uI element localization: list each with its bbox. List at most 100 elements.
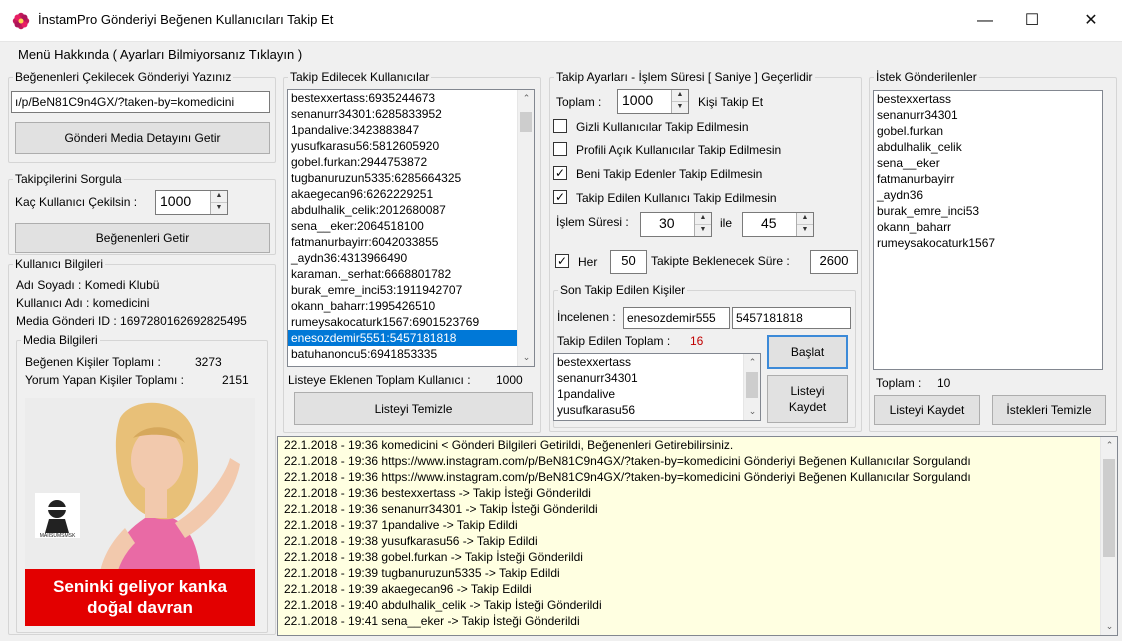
last-followed-listbox[interactable]: bestexxertass senanurr34301 1pandalive yusu… — [553, 353, 761, 421]
follow-list-item[interactable]: batuhanoncu5:6941853335 — [288, 346, 534, 362]
duration-min-stepper[interactable]: 30 ▲ ▼ — [640, 212, 712, 237]
follow-list-item[interactable]: yusufkarasu56:5812605920 — [288, 138, 534, 154]
log-line[interactable]: 22.1.2018 - 19:36 https://www.instagram.… — [278, 469, 1117, 485]
spin-down-icon[interactable]: ▼ — [797, 225, 813, 237]
save-last-list-label-1: Listeyi — [790, 384, 825, 398]
follow-listbox[interactable]: bestexxertass:6935244673 senanurr34301:62… — [287, 89, 535, 367]
last-followed-item[interactable]: bestexxertass — [554, 354, 760, 370]
request-list-item[interactable]: sena__eker — [874, 155, 1102, 171]
followed-total-label: Takip Edilen Toplam : — [557, 334, 671, 348]
spin-up-icon[interactable]: ▲ — [695, 213, 711, 225]
close-button[interactable]: ✕ — [1068, 0, 1114, 42]
request-list-item[interactable]: bestexxertass — [874, 91, 1102, 107]
option-private-checkbox[interactable] — [553, 119, 567, 133]
spin-up-icon[interactable]: ▲ — [211, 191, 227, 203]
inspected-user-input[interactable]: enesozdemir555 — [623, 307, 730, 329]
get-likers-button[interactable]: Beğenenleri Getir — [15, 223, 270, 253]
last-followed-item[interactable]: senanurr34301 — [554, 370, 760, 386]
option-followers-checkbox[interactable]: ✓ — [553, 166, 567, 180]
request-list-item[interactable]: gobel.furkan — [874, 123, 1102, 139]
request-list-item[interactable]: burak_emre_inci53 — [874, 203, 1102, 219]
inspected-id-input[interactable]: 5457181818 — [732, 307, 851, 329]
request-list-item[interactable]: okann_baharr — [874, 219, 1102, 235]
follow-list-item[interactable]: enesozdemir5551:5457181818 — [288, 330, 534, 346]
follow-list-item[interactable]: sena__eker:2064518100 — [288, 218, 534, 234]
scroll-down-icon[interactable]: ⌄ — [518, 349, 534, 366]
log-line[interactable]: 22.1.2018 - 19:36 https://www.instagram.… — [278, 453, 1117, 469]
request-list-item[interactable]: _aydn36 — [874, 187, 1102, 203]
post-url-input[interactable]: ı/p/BeN81C9n4GX/?taken-by=komedicini — [11, 91, 270, 113]
scroll-down-icon[interactable]: ⌄ — [744, 403, 760, 420]
clear-list-button[interactable]: Listeyi Temizle — [294, 392, 533, 425]
last-followed-scrollbar[interactable]: ⌃ ⌄ — [743, 354, 760, 420]
log-line[interactable]: 22.1.2018 - 19:36 bestexxertass -> Takip… — [278, 485, 1117, 501]
log-line[interactable]: 22.1.2018 - 19:38 gobel.furkan -> Takip … — [278, 549, 1117, 565]
clear-requests-button[interactable]: İstekleri Temizle — [992, 395, 1106, 425]
follow-list-item[interactable]: burak_emre_inci53:1911942707 — [288, 282, 534, 298]
log-line[interactable]: 22.1.2018 - 19:36 senanurr34301 -> Takip… — [278, 501, 1117, 517]
save-requests-button[interactable]: Listeyi Kaydet — [874, 395, 980, 425]
follow-list-item[interactable]: abdulhalik_celik:2012680087 — [288, 202, 534, 218]
follow-list-item[interactable]: okann_baharr:1995426510 — [288, 298, 534, 314]
follow-list-item[interactable]: 1pandalive:3423883847 — [288, 122, 534, 138]
user-count-spin[interactable]: ▲ ▼ — [210, 191, 227, 214]
request-list-item[interactable]: senanurr34301 — [874, 107, 1102, 123]
scroll-thumb[interactable] — [1103, 459, 1115, 557]
request-list-item[interactable]: fatmanurbayirr — [874, 171, 1102, 187]
menu-about[interactable]: Menü Hakkında ( Ayarları Bilmiyorsanız T… — [18, 47, 302, 62]
minimize-button[interactable]: — — [962, 0, 1008, 42]
follow-list-item[interactable]: bestexxertass:6935244673 — [288, 90, 534, 106]
last-followed-item[interactable]: yusufkarasu56 — [554, 402, 760, 418]
follow-list-item[interactable]: akaegecan96:6262229251 — [288, 186, 534, 202]
user-count-stepper[interactable]: 1000 ▲ ▼ — [155, 190, 228, 215]
follow-list-item[interactable]: senanurr34301:6285833952 — [288, 106, 534, 122]
log-line[interactable]: 22.1.2018 - 19:36 komedicini < Gönderi B… — [278, 437, 1117, 453]
log-line[interactable]: 22.1.2018 - 19:41 sena__eker -> Takip İs… — [278, 613, 1117, 629]
follow-list-scrollbar[interactable]: ⌃ ⌄ — [517, 90, 534, 366]
save-last-list-button[interactable]: Listeyi Kaydet — [767, 375, 848, 423]
duration-max-stepper[interactable]: 45 ▲ ▼ — [742, 212, 814, 237]
scroll-up-icon[interactable]: ⌃ — [518, 90, 534, 107]
spin-down-icon[interactable]: ▼ — [211, 203, 227, 215]
follow-list-item[interactable]: rumeysakocaturk1567:6901523769 — [288, 314, 534, 330]
option-public-checkbox[interactable] — [553, 142, 567, 156]
scroll-down-icon[interactable]: ⌄ — [1101, 618, 1117, 635]
activity-log[interactable]: 22.1.2018 - 19:36 komedicini < Gönderi B… — [277, 436, 1118, 636]
duration-max-spin[interactable]: ▲ ▼ — [796, 213, 813, 236]
log-line[interactable]: 22.1.2018 - 19:37 1pandalive -> Takip Ed… — [278, 517, 1117, 533]
follow-list-item[interactable]: karaman._serhat:6668801782 — [288, 266, 534, 282]
log-line[interactable]: 22.1.2018 - 19:40 abdulhalik_celik -> Ta… — [278, 597, 1117, 613]
spin-up-icon[interactable]: ▲ — [672, 90, 688, 102]
option-followed-checkbox[interactable]: ✓ — [553, 190, 567, 204]
wait-duration-input[interactable]: 2600 — [810, 250, 858, 274]
duration-min-spin[interactable]: ▲ ▼ — [694, 213, 711, 236]
follow-total-spin[interactable]: ▲ ▼ — [671, 90, 688, 113]
last-followed-item[interactable]: 1pandalive — [554, 386, 760, 402]
every-checkbox[interactable]: ✓ — [555, 254, 569, 268]
maximize-button[interactable]: ☐ — [1009, 0, 1055, 42]
follow-list-item[interactable]: tugbanuruzun5335:6285664325 — [288, 170, 534, 186]
scroll-up-icon[interactable]: ⌃ — [744, 354, 760, 371]
media-info-legend: Media Bilgileri — [23, 333, 98, 347]
requests-listbox[interactable]: bestexxertass senanurr34301 gobel.furkan ab… — [873, 90, 1103, 370]
scroll-up-icon[interactable]: ⌃ — [1101, 437, 1117, 454]
follow-list-item[interactable]: gobel.furkan:2944753872 — [288, 154, 534, 170]
log-line[interactable]: 22.1.2018 - 19:39 tugbanuruzun5335 -> Ta… — [278, 565, 1117, 581]
log-line[interactable]: 22.1.2018 - 19:39 akaegecan96 -> Takip E… — [278, 581, 1117, 597]
follow-list-item[interactable]: fatmanurbayirr:6042033855 — [288, 234, 534, 250]
start-button[interactable]: Başlat — [767, 335, 848, 369]
request-list-item[interactable]: abdulhalik_celik — [874, 139, 1102, 155]
spin-down-icon[interactable]: ▼ — [695, 225, 711, 237]
checkmark-icon: ✓ — [556, 254, 568, 268]
follow-list-item[interactable]: _aydn36:4313966490 — [288, 250, 534, 266]
log-line[interactable]: 22.1.2018 - 19:38 yusufkarasu56 -> Takip… — [278, 533, 1117, 549]
follow-total-stepper[interactable]: 1000 ▲ ▼ — [617, 89, 689, 114]
spin-up-icon[interactable]: ▲ — [797, 213, 813, 225]
scroll-thumb[interactable] — [520, 112, 532, 132]
every-count-input[interactable]: 50 — [610, 250, 647, 274]
fetch-media-button[interactable]: Gönderi Media Detayını Getir — [15, 122, 270, 154]
log-scrollbar[interactable]: ⌃ ⌄ — [1100, 437, 1117, 635]
request-list-item[interactable]: rumeysakocaturk1567 — [874, 235, 1102, 251]
spin-down-icon[interactable]: ▼ — [672, 102, 688, 114]
scroll-thumb[interactable] — [746, 372, 758, 398]
